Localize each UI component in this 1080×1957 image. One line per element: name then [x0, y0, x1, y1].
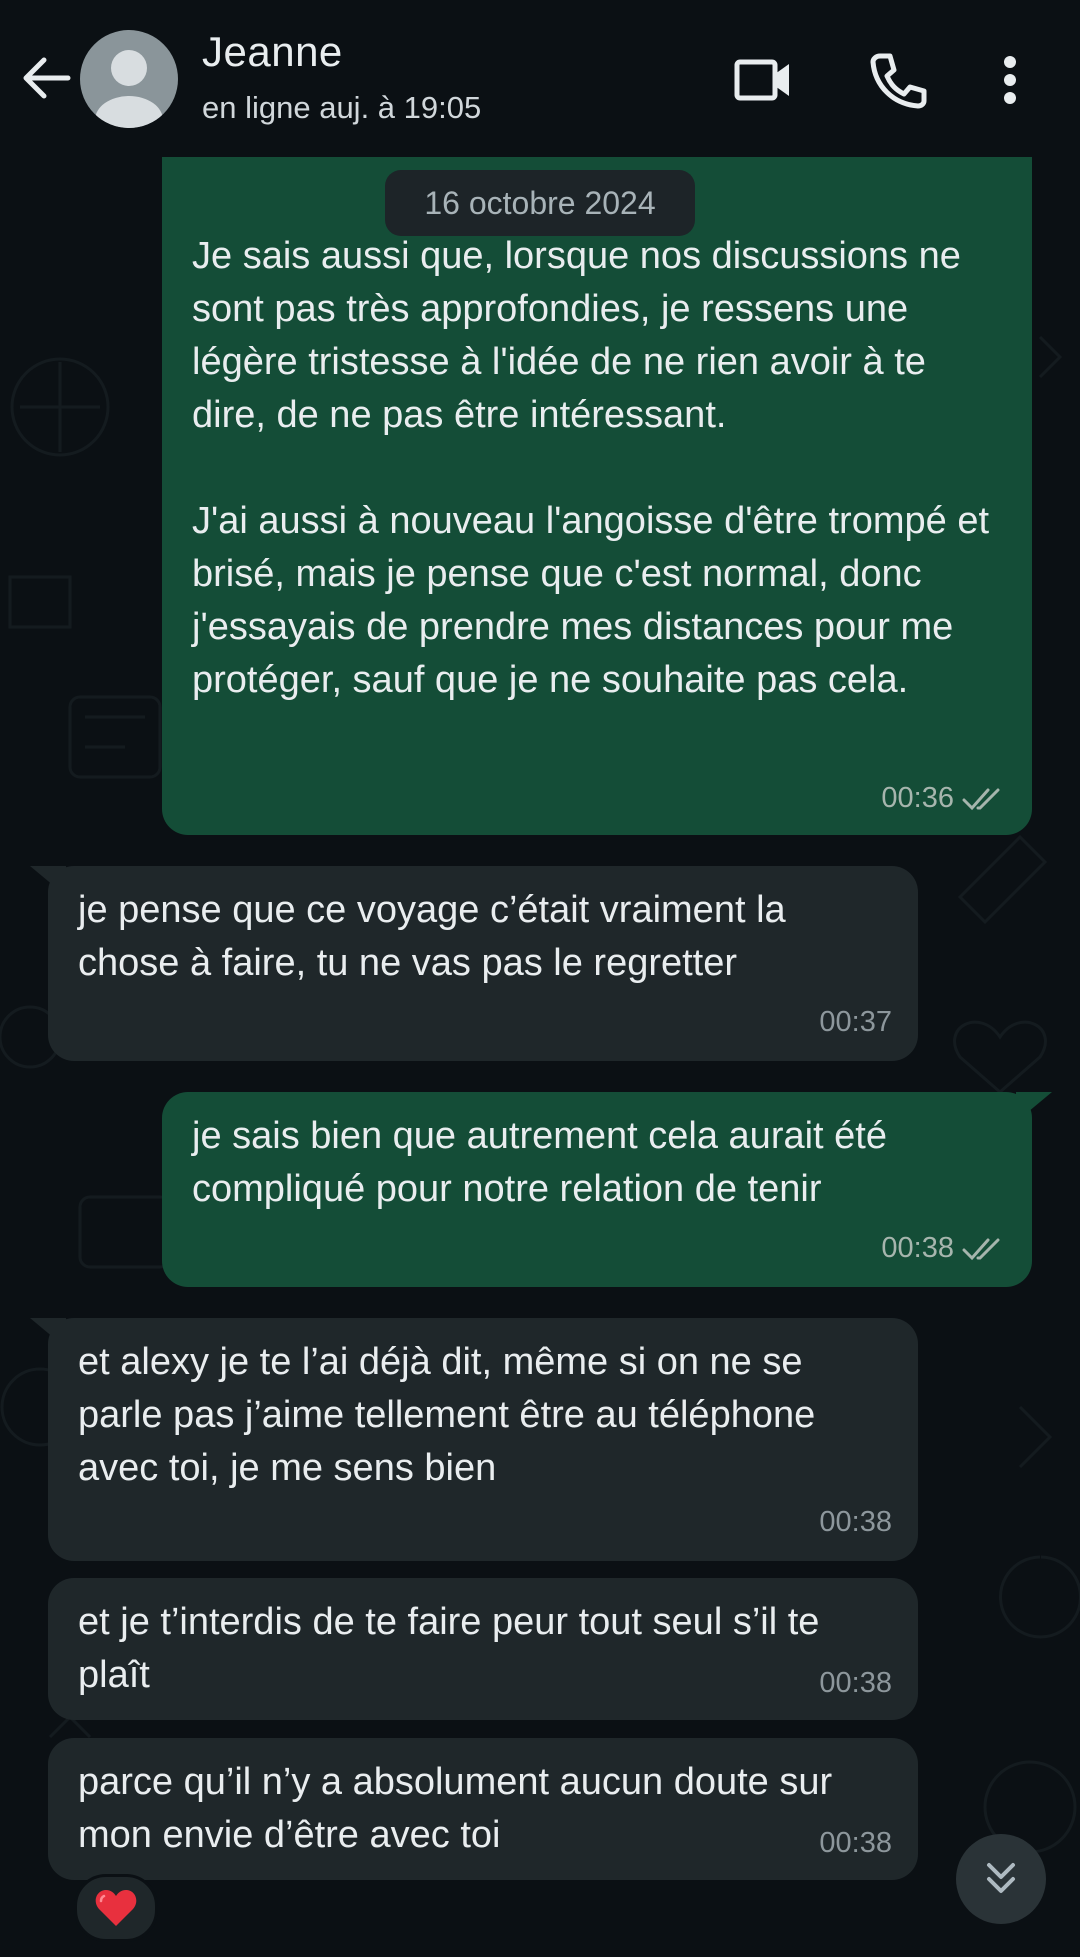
video-call-button[interactable]	[723, 40, 803, 120]
message-text: et alexy je te l’ai déjà dit, même si on…	[78, 1341, 826, 1489]
message-text: je sais bien que autrement cela aurait é…	[192, 1115, 898, 1210]
message-meta: 00:38	[819, 1817, 892, 1870]
double-check-icon	[962, 1238, 1000, 1260]
default-avatar-icon	[95, 50, 163, 128]
message-meta: 00:38	[881, 1222, 1006, 1275]
message-bubble-incoming[interactable]: je pense que ce voyage c’était vraiment …	[30, 866, 918, 1061]
bubble-tail	[30, 1318, 66, 1348]
double-check-icon	[962, 788, 1000, 810]
message-bubble-incoming[interactable]: et alexy je te l’ai déjà dit, même si on…	[30, 1318, 918, 1561]
video-camera-icon	[734, 59, 789, 101]
bubble-tail	[30, 866, 66, 896]
message-meta: 00:38	[819, 1657, 892, 1710]
contact-avatar[interactable]	[80, 30, 178, 128]
double-chevron-down-icon	[987, 1863, 1015, 1893]
more-vertical-icon	[1004, 56, 1016, 104]
heart-icon	[95, 1890, 137, 1926]
message-time: 00:38	[881, 1232, 954, 1264]
bubble-tail	[1016, 1092, 1052, 1122]
phone-icon	[870, 53, 927, 109]
message-time: 00:38	[819, 1827, 892, 1859]
message-time: 00:38	[819, 1506, 892, 1538]
scroll-to-bottom-button[interactable]	[956, 1834, 1046, 1924]
message-time: 00:38	[819, 1667, 892, 1699]
message-time: 00:37	[819, 1006, 892, 1038]
message-text: Je sais aussi que, lorsque nos discussio…	[192, 235, 990, 701]
message-meta: 00:37	[819, 996, 892, 1049]
back-button[interactable]	[18, 50, 74, 106]
chat-header: Jeanne en ligne auj. à 19:05	[0, 0, 1080, 157]
message-text: et je t’interdis de te faire peur tout s…	[78, 1601, 830, 1696]
message-reaction[interactable]	[74, 1874, 158, 1942]
message-text: parce qu’il n’y a absolument aucun doute…	[78, 1761, 843, 1856]
more-options-button[interactable]	[980, 40, 1040, 120]
contact-name[interactable]: Jeanne	[202, 28, 343, 76]
message-meta: 00:36	[881, 772, 1006, 825]
message-text: je pense que ce voyage c’était vraiment …	[78, 889, 797, 984]
date-separator: 16 octobre 2024	[385, 170, 695, 236]
message-bubble-incoming[interactable]: parce qu’il n’y a absolument aucun doute…	[48, 1738, 918, 1880]
message-meta: 00:38	[819, 1496, 892, 1549]
chat-screen: Jeanne en ligne auj. à 19:05 cela finira…	[0, 0, 1080, 1957]
message-time: 00:36	[881, 782, 954, 814]
contact-status: en ligne auj. à 19:05	[202, 90, 482, 125]
message-bubble-outgoing[interactable]: je sais bien que autrement cela aurait é…	[162, 1092, 1052, 1287]
arrow-left-icon	[23, 57, 71, 99]
voice-call-button[interactable]	[858, 40, 938, 120]
message-bubble-incoming[interactable]: et je t’interdis de te faire peur tout s…	[48, 1578, 918, 1720]
